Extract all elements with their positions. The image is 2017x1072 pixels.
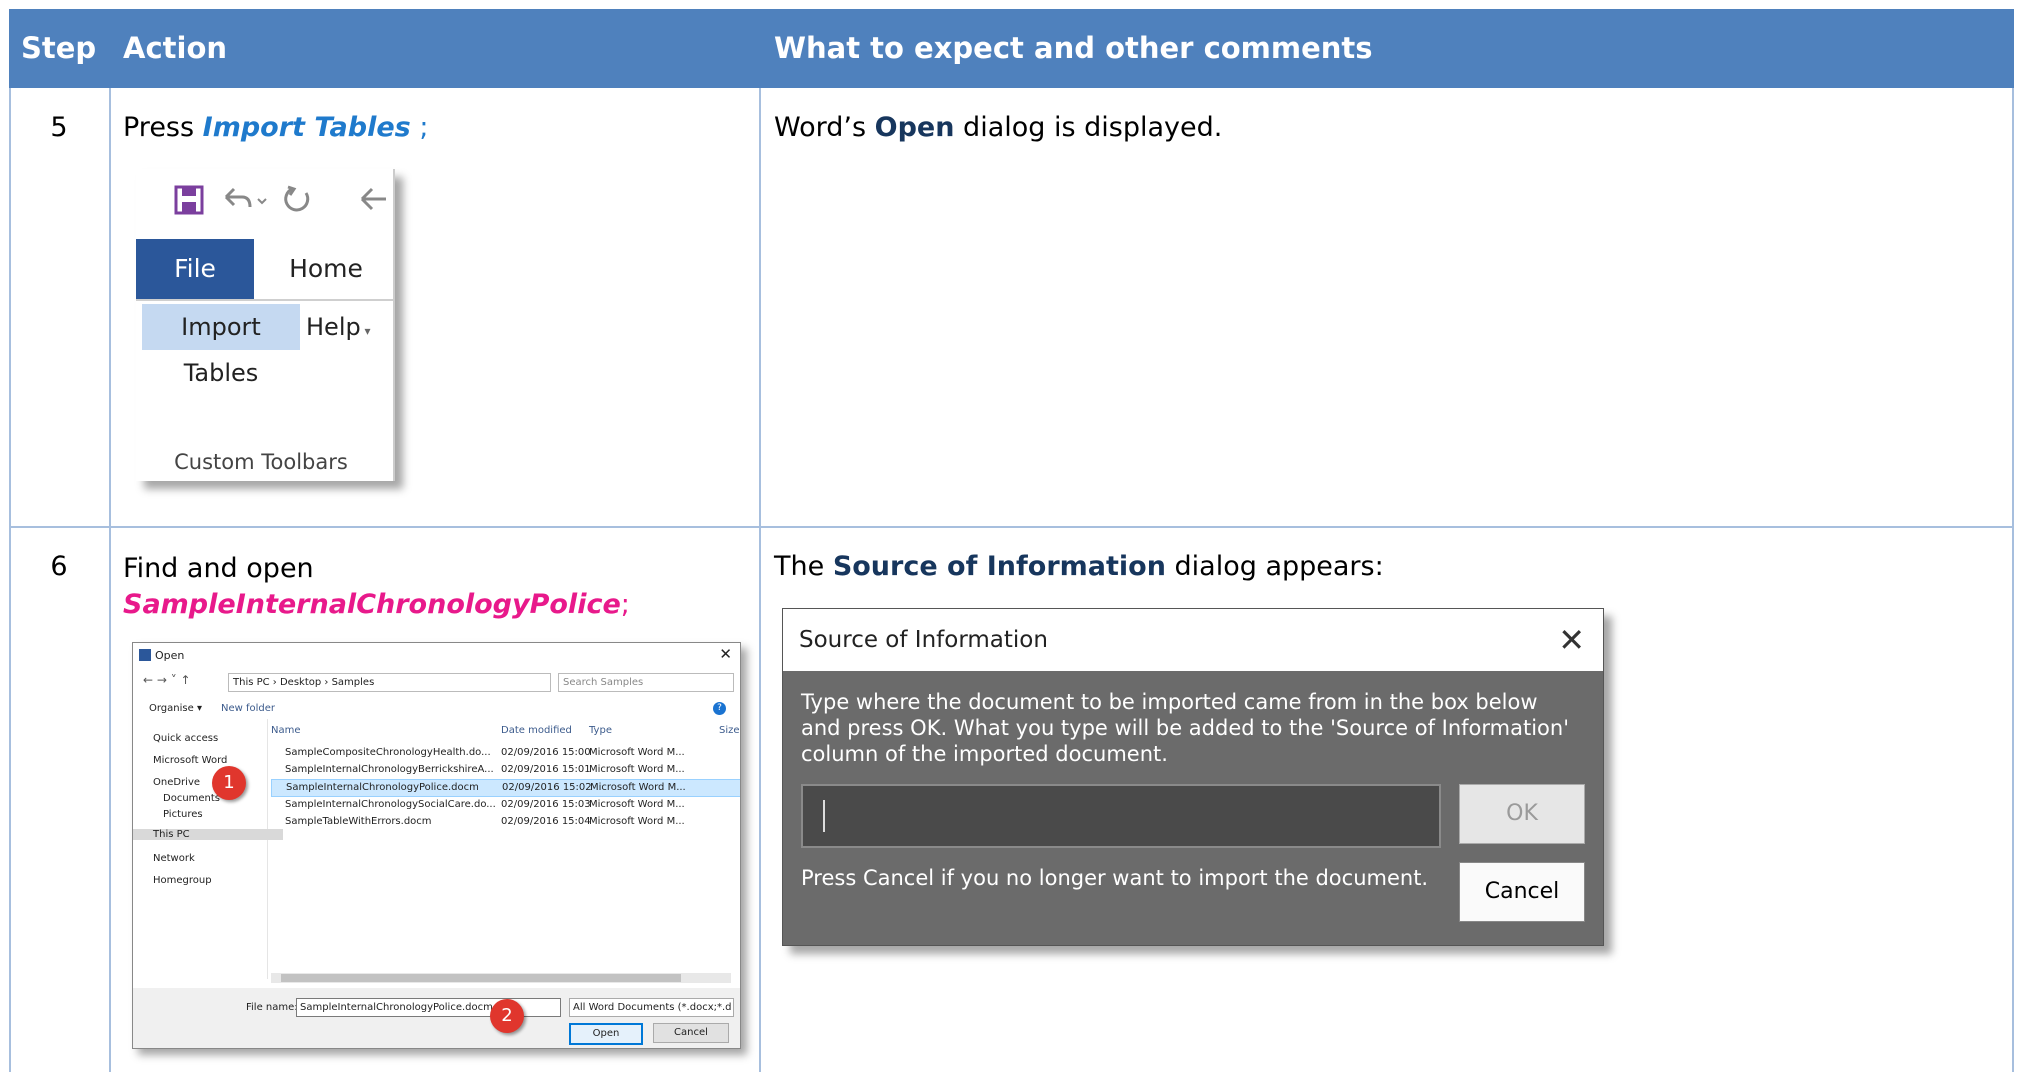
table-header: Step Action What to expect and other com…	[9, 9, 2014, 88]
text-caret	[823, 800, 825, 832]
nav-item[interactable]: Documents	[163, 793, 220, 804]
step-number: 5	[50, 112, 68, 143]
instructions-table: Step Action What to expect and other com…	[9, 9, 2014, 1072]
nav-item[interactable]: Pictures	[163, 809, 203, 820]
cancel-message: Press Cancel if you no longer want to im…	[801, 866, 1429, 890]
new-folder-button[interactable]: New folder	[221, 703, 275, 714]
file-row-selected[interactable]: SampleInternalChronologyPolice.docm 02/09…	[271, 779, 740, 797]
file-list-header: Name Date modified Type Size	[271, 725, 740, 743]
undo-icon	[220, 183, 268, 219]
source-input[interactable]	[801, 784, 1441, 848]
nav-item[interactable]: This PC	[133, 829, 283, 840]
dialog-titlebar: Source of Information ✕	[783, 609, 1603, 671]
row-divider	[9, 526, 2014, 528]
nav-item[interactable]: Network	[153, 853, 195, 864]
horizontal-scrollbar[interactable]	[271, 973, 731, 983]
callout-badge: 1	[212, 766, 246, 800]
close-icon[interactable]: ✕	[719, 645, 732, 663]
redo-icon	[282, 183, 314, 219]
action-text: Press Import Tables ;	[123, 112, 429, 143]
comment-text: The Source of Information dialog appears…	[774, 551, 1384, 582]
dialog-message: Type where the document to be imported c…	[801, 690, 1569, 766]
ribbon-screenshot: File Home Import Tables Help ▾ Custom To…	[136, 169, 395, 481]
cancel-button[interactable]: Cancel	[1459, 862, 1585, 922]
organise-button[interactable]: Organise ▾	[149, 703, 202, 714]
word-icon	[139, 649, 151, 661]
chevron-down-icon: ▾	[360, 324, 371, 338]
ok-button[interactable]: OK	[1459, 784, 1585, 844]
file-name-label: File name:	[246, 1002, 298, 1013]
navigation-pane: Quick access Microsoft Word OneDrive Doc…	[133, 719, 283, 979]
grid-line	[109, 88, 111, 1072]
scrollbar-thumb[interactable]	[281, 974, 681, 982]
header-step: Step	[21, 31, 97, 65]
header-comments: What to expect and other comments	[774, 31, 1373, 65]
nav-item[interactable]: Homegroup	[153, 875, 212, 886]
help-icon[interactable]: ?	[713, 702, 726, 715]
open-dialog-screenshot: Open ✕ ← → ˅ ↑ This PC › Desktop › Sampl…	[132, 642, 741, 1049]
callout-badge: 2	[490, 999, 524, 1033]
file-row[interactable]: SampleCompositeChronologyHealth.do... 02/…	[271, 745, 740, 761]
nav-item[interactable]: Microsoft Word	[153, 755, 227, 766]
file-type-select[interactable]: All Word Documents (*.docx;*.d	[569, 998, 734, 1017]
save-icon	[174, 185, 204, 219]
header-action: Action	[123, 31, 228, 65]
file-row[interactable]: SampleInternalChronologySocialCare.do...…	[271, 797, 740, 813]
search-input[interactable]: Search Samples	[558, 673, 734, 692]
nav-item[interactable]: OneDrive	[153, 777, 200, 788]
ribbon-group-label: Custom Toolbars	[174, 450, 348, 474]
column-header[interactable]: Type	[589, 725, 612, 736]
grid-line	[2012, 88, 2014, 1072]
column-header[interactable]: Date modified	[501, 725, 572, 736]
action-text: Find and open SampleInternalChronologyPol…	[123, 553, 630, 620]
grid-line	[759, 88, 761, 1072]
dialog-toolbar: Organise ▾ New folder ?	[133, 699, 740, 719]
open-button[interactable]: Open	[569, 1023, 643, 1045]
column-header[interactable]: Name	[271, 725, 301, 736]
comment-text: Word’s Open dialog is displayed.	[774, 112, 1223, 143]
column-header[interactable]: Size	[719, 725, 740, 736]
source-of-information-dialog: Source of Information ✕ Type where the d…	[782, 608, 1604, 946]
action-emphasis: Import Tables	[202, 112, 411, 143]
back-arrow-icon	[358, 183, 388, 219]
import-tables-button[interactable]: Import Tables	[142, 304, 300, 387]
nav-item[interactable]: Quick access	[153, 733, 218, 744]
close-icon[interactable]: ✕	[1558, 609, 1585, 671]
dialog-title: Open	[155, 649, 185, 662]
action-emphasis: SampleInternalChronologyPolice	[123, 589, 621, 620]
tab-file[interactable]: File	[136, 239, 254, 299]
nav-arrows-icon[interactable]: ← → ˅ ↑	[143, 673, 191, 687]
cancel-button[interactable]: Cancel	[653, 1023, 729, 1043]
address-bar[interactable]: This PC › Desktop › Samples	[228, 673, 551, 692]
file-row[interactable]: SampleInternalChronologyBerrickshireA...…	[271, 762, 740, 778]
dialog-footer: File name: SampleInternalChronologyPolic…	[133, 988, 740, 1048]
tab-home[interactable]: Home	[276, 239, 376, 299]
dialog-title: Source of Information	[799, 627, 1048, 653]
help-menu[interactable]: Help ▾	[306, 304, 371, 350]
ribbon-divider	[136, 299, 393, 301]
step-number: 6	[50, 551, 68, 582]
file-row[interactable]: SampleTableWithErrors.docm 02/09/2016 15:…	[271, 814, 740, 830]
